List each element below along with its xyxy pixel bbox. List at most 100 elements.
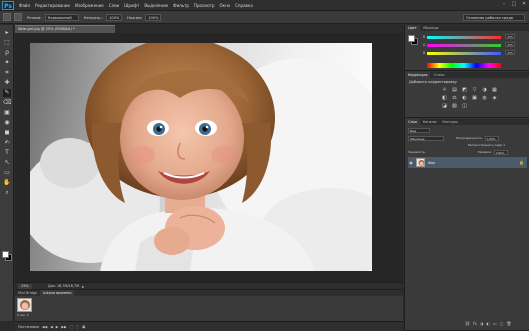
delete-layer-icon[interactable]: 🗑 [506,321,511,326]
layer-row-background[interactable]: ◉ Фон 🔒 [408,157,527,168]
status-menu-arrow-icon[interactable]: ▸ [82,284,84,289]
next-frame-button[interactable]: ▶▶ [61,325,66,329]
duplicate-frame-button[interactable]: ⬚ [76,325,79,329]
hand-tool-icon[interactable]: ✋ [3,179,11,187]
color-spectrum-bar[interactable] [427,63,501,68]
brightness-contrast-icon[interactable]: ☼ [441,87,448,93]
tab-swatches[interactable]: Образцы [420,25,442,31]
stamp-tool-icon[interactable]: ▣ [3,109,11,117]
document-tab[interactable]: little-girl.jpg @ 25% (RGB/8#) * [15,25,115,33]
blue-value[interactable]: 255 [505,50,515,55]
posterize-icon[interactable]: ◪ [441,103,448,109]
threshold-icon[interactable]: ▧ [451,103,458,109]
tab-layers[interactable]: Слои [405,119,420,125]
workspace-select[interactable]: Основная рабочая среда [463,14,525,21]
new-layer-icon[interactable]: ▢ [500,321,504,326]
lasso-tool-icon[interactable]: ρ [3,49,11,57]
tab-adjustments[interactable]: Коррекция [405,72,431,78]
zoom-tool-icon[interactable]: ⌕ [3,189,11,197]
menu-filter[interactable]: Фильтр [173,3,189,8]
tab-mini-bridge[interactable]: Mini Bridge [15,290,40,296]
propagate-frame-label[interactable]: Распространить кадр 1 [468,143,505,147]
type-tool-icon[interactable]: T [3,149,11,157]
zoom-field[interactable]: 25% [18,283,32,289]
tab-styles[interactable]: Стили [430,72,447,78]
menu-help[interactable]: Справка [235,3,253,8]
red-slider[interactable] [427,36,501,39]
panel-fg-swatch[interactable] [408,35,415,42]
photoshop-window: Ps Файл Редактирование Изображение Слои … [0,0,529,331]
foreground-color-swatch[interactable] [2,251,9,258]
gradient-map-icon[interactable]: ◫ [461,103,468,109]
visibility-eye-icon[interactable]: ◉ [408,160,414,165]
red-value[interactable]: 255 [505,34,515,39]
tab-color[interactable]: Цвет [405,25,420,31]
minimize-button[interactable]: – [501,1,507,7]
pen-tool-icon[interactable]: ✍ [3,139,11,147]
menu-type[interactable]: Шрифт [124,3,139,8]
gradient-tool-icon[interactable]: ◼ [3,129,11,137]
layer-opacity-field[interactable]: 100% [484,135,499,141]
layer-mask-icon[interactable]: ◑ [480,321,484,326]
green-slider[interactable] [427,44,501,47]
quick-select-tool-icon[interactable]: ✦ [3,59,11,67]
path-select-tool-icon[interactable]: ↖ [3,159,11,167]
blue-slider[interactable] [427,52,501,55]
eyedropper-tool-icon[interactable]: ✚ [3,79,11,87]
color-balance-icon[interactable]: ◧ [441,95,448,101]
first-frame-button[interactable]: ◀◀ [42,325,47,329]
loop-select[interactable]: Постановка [18,325,39,329]
menu-layers[interactable]: Слои [109,3,119,8]
color-lookup-icon[interactable]: ◍ [481,95,488,101]
flow-field[interactable]: 100% [145,13,162,21]
photo-filter-icon[interactable]: ◐ [461,95,468,101]
play-button[interactable]: ▶ [56,325,59,329]
delete-frame-button[interactable]: ▣ [82,325,85,329]
menu-edit[interactable]: Редактирование [35,3,70,8]
menu-image[interactable]: Изображение [75,3,104,8]
mode-select[interactable]: Нормальный [44,13,79,21]
channel-mixer-icon[interactable]: ▣ [471,95,478,101]
crop-tool-icon[interactable]: ⌗ [3,69,11,77]
menu-window[interactable]: Окно [220,3,231,8]
photo-drawing [30,43,372,271]
frame-thumbnail[interactable] [17,298,32,312]
maximize-button[interactable]: □ [511,1,517,7]
opacity-field[interactable]: 100% [106,13,122,21]
vibrance-icon[interactable]: ◑ [481,87,488,93]
canvas-area[interactable] [15,33,403,282]
eraser-tool-icon[interactable]: ⌫ [3,99,11,107]
fill-field[interactable]: 100% [493,149,508,155]
curves-icon[interactable]: ◩ [461,87,468,93]
new-group-icon[interactable]: ▭ [493,321,497,326]
frame-delay[interactable]: 0 сек. ▾ [17,313,29,317]
levels-icon[interactable]: ▤ [451,87,458,93]
adjustment-layer-icon[interactable]: ◐ [486,321,490,326]
history-brush-tool-icon[interactable]: ◉ [3,119,11,127]
shape-tool-icon[interactable]: ▭ [3,169,11,177]
menu-view[interactable]: Просмотр [194,3,215,8]
tween-button[interactable]: ⬚ [70,325,73,329]
layer-style-icon[interactable]: fx [473,321,477,326]
brush-preset-icon[interactable] [14,13,22,21]
layer-kind-select[interactable]: Вид [408,127,430,133]
prev-frame-button[interactable]: ◀ [50,325,53,329]
menu-select[interactable]: Выделение [144,3,168,8]
move-tool-icon[interactable]: ▸ [3,29,11,37]
tab-paths[interactable]: Контуры [439,119,461,125]
hue-saturation-icon[interactable]: ▦ [491,87,498,93]
close-button[interactable]: ✕ [521,1,527,7]
blend-mode-select[interactable]: Обычные [408,135,444,141]
green-value[interactable]: 255 [505,42,515,47]
link-layers-icon[interactable]: ⛓ [465,321,470,326]
brush-tool-icon[interactable]: ✎ [3,89,11,97]
menu-file[interactable]: Файл [19,3,30,8]
tab-channels[interactable]: Каналы [420,119,440,125]
tab-timeline[interactable]: Шкала времени [40,290,75,296]
exposure-icon[interactable]: ▽ [471,87,478,93]
invert-icon[interactable]: ◈ [491,95,498,101]
layer-name[interactable]: Фон [428,161,435,165]
black-white-icon[interactable]: ⚖ [451,95,458,101]
tool-preset-icon[interactable] [3,13,11,21]
marquee-tool-icon[interactable]: ⬚ [3,39,11,47]
